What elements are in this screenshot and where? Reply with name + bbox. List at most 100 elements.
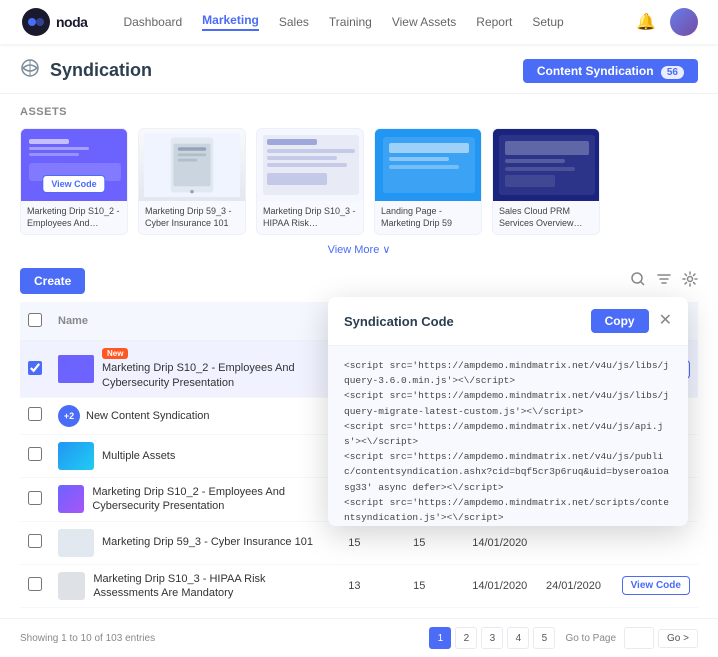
plus-badge-2: +2 <box>58 405 80 427</box>
syndication-code-modal: Syndication Code Copy ✕ <script src='htt… <box>328 297 688 526</box>
asset-card-name-4: Landing Page - Marketing Drip 59 <box>381 206 475 229</box>
row-checkbox-4[interactable] <box>28 491 42 505</box>
col-name: Name <box>50 302 340 341</box>
title-row: Syndication <box>20 58 152 83</box>
asset-name-text-6: Marketing Drip S10_3 - HIPAA Risk Assess… <box>93 572 332 601</box>
updated-on-6: 24/01/2020 <box>538 564 614 608</box>
nav-setup[interactable]: Setup <box>532 15 563 29</box>
page-header: Syndication Content Syndication 56 <box>0 44 718 94</box>
asset-card-4[interactable]: Landing Page - Marketing Drip 59 <box>374 128 482 235</box>
nav-links: Dashboard Marketing Sales Training View … <box>123 13 612 31</box>
row-checkbox-5[interactable] <box>28 534 42 548</box>
nav-training[interactable]: Training <box>329 15 372 29</box>
modal-title: Syndication Code <box>344 314 454 329</box>
row-checkbox-1[interactable] <box>28 361 42 375</box>
page-2[interactable]: 2 <box>455 627 477 649</box>
bell-icon[interactable]: 🔔 <box>636 12 656 32</box>
asset-name-text-4: Marketing Drip S10_2 - Employees And Cyb… <box>92 485 332 514</box>
asset-name-label-4: Marketing Drip S10_2 - Employees And Cyb… <box>92 485 332 514</box>
table-toolbar: Create <box>20 268 698 294</box>
code-line-5: <script src='https://ampdemo.mindmatrix.… <box>344 495 672 525</box>
pagination-pages: 1 2 3 4 5 Go to Page Go > <box>429 627 698 649</box>
nav-report[interactable]: Report <box>476 15 512 29</box>
create-button[interactable]: Create <box>20 268 85 294</box>
nav-sales[interactable]: Sales <box>279 15 309 29</box>
syndication-icon <box>20 58 40 83</box>
pagination-showing: Showing 1 to 10 of 103 entries <box>20 633 155 644</box>
tab-group: Content Syndication 56 <box>523 59 698 83</box>
copy-button[interactable]: Copy <box>591 309 649 333</box>
page-title: Syndication <box>50 60 152 81</box>
user-avatar[interactable] <box>670 8 698 36</box>
table-row: Marketing Drip S10_3 - HIPAA Risk Assess… <box>20 564 698 608</box>
form-fills-6: 15 <box>405 564 464 608</box>
asset-card-info-5: Sales Cloud PRM Services Overview Powerp… <box>493 201 599 234</box>
assets-label: Assets <box>20 106 698 118</box>
assets-section: Assets View Code Marketing Drip S1 <box>0 94 718 268</box>
asset-card-5[interactable]: Sales Cloud PRM Services Overview Powerp… <box>492 128 600 235</box>
toolbar-icons <box>630 271 698 291</box>
row-thumb-5 <box>58 529 94 557</box>
total-views-5: 15 <box>340 521 405 564</box>
asset-card-name-1: Marketing Drip S10_2 - Employees And Cyb… <box>27 206 121 229</box>
go-btn[interactable]: Go > <box>658 629 698 648</box>
page-5[interactable]: 5 <box>533 627 555 649</box>
asset-card-info-2: Marketing Drip 59_3 - Cyber Insurance 10… <box>139 201 245 234</box>
asset-thumb-1: View Code <box>21 129 127 201</box>
page-4[interactable]: 4 <box>507 627 529 649</box>
asset-card-2[interactable]: Marketing Drip 59_3 - Cyber Insurance 10… <box>138 128 246 235</box>
asset-name-text-5: Marketing Drip 59_3 - Cyber Insurance 10… <box>102 535 313 549</box>
row-checkbox-6[interactable] <box>28 577 42 591</box>
nav-marketing[interactable]: Marketing <box>202 13 259 31</box>
asset-thumb-2 <box>139 129 245 201</box>
row-checkbox-3[interactable] <box>28 447 42 461</box>
view-code-overlay-btn[interactable]: View Code <box>42 175 105 193</box>
page-3[interactable]: 3 <box>481 627 503 649</box>
logo[interactable]: noda <box>20 6 87 38</box>
row-thumb-4 <box>58 485 84 513</box>
asset-card-1[interactable]: View Code Marketing Drip S10_2 - Employe… <box>20 128 128 235</box>
asset-card-info-3: Marketing Drip S10_3 - HIPAA Risk Assess… <box>257 201 363 234</box>
nav-right: 🔔 <box>636 8 698 36</box>
asset-name-text-2: New Content Syndication <box>86 409 210 423</box>
settings-icon[interactable] <box>682 271 698 291</box>
asset-name-text-3: Multiple Assets <box>102 449 175 463</box>
go-to-label: Go to Page <box>565 633 616 644</box>
select-all-checkbox[interactable] <box>28 313 42 327</box>
tab-content-syndication[interactable]: Content Syndication 56 <box>523 59 698 83</box>
row-checkbox-2[interactable] <box>28 407 42 421</box>
asset-card-name-5: Sales Cloud PRM Services Overview Powerp… <box>499 206 593 229</box>
go-to-input[interactable] <box>624 627 654 649</box>
asset-name-label-1: Marketing Drip S10_2 - Employees And Cyb… <box>102 361 332 390</box>
filter-icon[interactable] <box>656 271 672 291</box>
code-line-1: <script src='https://ampdemo.mindmatrix.… <box>344 358 672 388</box>
tab-badge: 56 <box>661 66 684 79</box>
asset-card-name-3: Marketing Drip S10_3 - HIPAA Risk Assess… <box>263 206 357 229</box>
search-icon[interactable] <box>630 271 646 291</box>
pagination-row: Showing 1 to 10 of 103 entries 1 2 3 4 5… <box>0 618 718 657</box>
new-badge: New <box>102 348 128 359</box>
asset-name-label-3: Multiple Assets <box>102 449 175 463</box>
asset-name-cell-4: Marketing Drip S10_2 - Employees And Cyb… <box>58 485 332 514</box>
view-code-btn-6[interactable]: View Code <box>622 576 690 595</box>
view-more[interactable]: View More ∨ <box>20 243 698 256</box>
asset-card-3[interactable]: Marketing Drip S10_3 - HIPAA Risk Assess… <box>256 128 364 235</box>
code-line-2: <script src='https://ampdemo.mindmatrix.… <box>344 388 672 418</box>
asset-name-cell-5: Marketing Drip 59_3 - Cyber Insurance 10… <box>58 529 332 557</box>
code-line-6: <div class='amp-content-syndication'cid=… <box>344 525 672 526</box>
asset-card-info-1: Marketing Drip S10_2 - Employees And Cyb… <box>21 201 127 234</box>
total-views-6: 13 <box>340 564 405 608</box>
asset-name-label-6: Marketing Drip S10_3 - HIPAA Risk Assess… <box>93 572 332 601</box>
code-line-3: <script src='https://ampdemo.mindmatrix.… <box>344 419 672 449</box>
modal-header-right: Copy ✕ <box>591 309 672 333</box>
nav-dashboard[interactable]: Dashboard <box>123 15 182 29</box>
asset-name-label-2: New Content Syndication <box>86 409 210 423</box>
assets-cards: View Code Marketing Drip S10_2 - Employe… <box>20 128 698 235</box>
top-navigation: noda Dashboard Marketing Sales Training … <box>0 0 718 44</box>
asset-card-name-2: Marketing Drip 59_3 - Cyber Insurance 10… <box>145 206 239 229</box>
created-on-5: 14/01/2020 <box>464 521 538 564</box>
nav-view-assets[interactable]: View Assets <box>392 15 456 29</box>
asset-name-cell-1: New Marketing Drip S10_2 - Employees And… <box>58 348 332 390</box>
page-1[interactable]: 1 <box>429 627 451 649</box>
close-button[interactable]: ✕ <box>659 313 672 329</box>
